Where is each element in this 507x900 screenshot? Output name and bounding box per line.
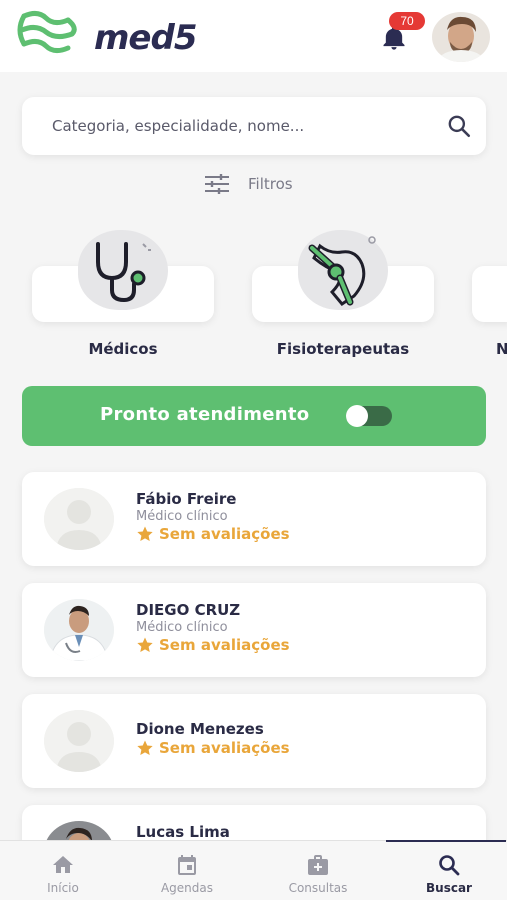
doctor-photo-placeholder [44,710,114,772]
nav-item-buscar[interactable]: Buscar [386,840,507,900]
doctor-photo [44,599,114,661]
nav-label: Consultas [288,881,348,895]
doctor-photo-icon [44,599,114,661]
nav-item-agendas[interactable]: Agendas [124,841,250,900]
doctor-card[interactable]: Dione Menezes Sem avaliações [22,694,486,788]
stethoscope-icon [96,242,151,303]
search-input[interactable] [52,114,412,138]
search-icon [439,855,460,876]
star-icon [137,637,153,653]
doctor-name: Fábio Freire [136,490,237,508]
user-avatar[interactable] [432,12,490,62]
toggle-knob [346,405,368,427]
pronto-atendimento-toggle[interactable] [346,405,392,427]
star-icon [137,740,153,756]
sliders-icon [205,174,229,194]
bone-joint-icon [308,236,376,306]
category-label: Fisioterapeutas [276,340,410,358]
rating-text: Sem avaliações [159,739,290,757]
doctor-card[interactable]: Fábio Freire Médico clínico Sem avaliaçõ… [22,472,486,566]
home-icon [53,856,73,873]
nav-item-consultas[interactable]: Consultas [255,841,381,900]
doctor-photo-placeholder [44,488,114,550]
doctor-rating: Sem avaliações [136,739,290,757]
rating-text: Sem avaliações [159,525,290,543]
nav-item-inicio[interactable]: Início [0,841,126,900]
app-header: med5 70 [0,0,507,72]
filters-button[interactable]: Filtros [204,172,293,196]
doctor-card[interactable]: DIEGO CRUZ Médico clínico Sem avaliações [22,583,486,677]
doctor-name: Dione Menezes [136,720,264,738]
category-card [472,266,507,322]
rating-text: Sem avaliações [159,636,290,654]
doctor-name: DIEGO CRUZ [136,601,241,619]
filters-label: Filtros [248,175,293,193]
category-label: Médicos [88,340,158,358]
calendar-icon [178,855,196,875]
pronto-atendimento-label: Pronto atendimento [100,404,310,425]
category-label: N [496,340,507,358]
doctor-specialty: Médico clínico [136,509,228,524]
medical-kit-icon [308,855,328,875]
doctor-specialty: Médico clínico [136,620,228,635]
doctor-rating: Sem avaliações [136,636,290,654]
user-placeholder-icon [44,488,114,550]
nav-label: Buscar [426,881,472,895]
search-icon[interactable] [446,113,472,139]
user-photo-icon [432,12,490,62]
bottom-navigation: Início Agendas Consultas Buscar [0,840,507,900]
doctor-rating: Sem avaliações [136,525,290,543]
user-placeholder-icon [44,710,114,772]
star-icon [137,526,153,542]
logo-mark-icon [17,10,77,54]
nav-label: Agendas [160,881,214,895]
logo-text: med5 [94,18,197,58]
search-bar [22,97,486,155]
nav-label: Início [47,881,79,895]
pronto-atendimento-banner[interactable]: Pronto atendimento [22,386,486,446]
doctor-name: Lucas Lima [136,823,230,841]
notification-badge: 70 [389,12,425,30]
med5-logo: med5 [16,8,197,58]
